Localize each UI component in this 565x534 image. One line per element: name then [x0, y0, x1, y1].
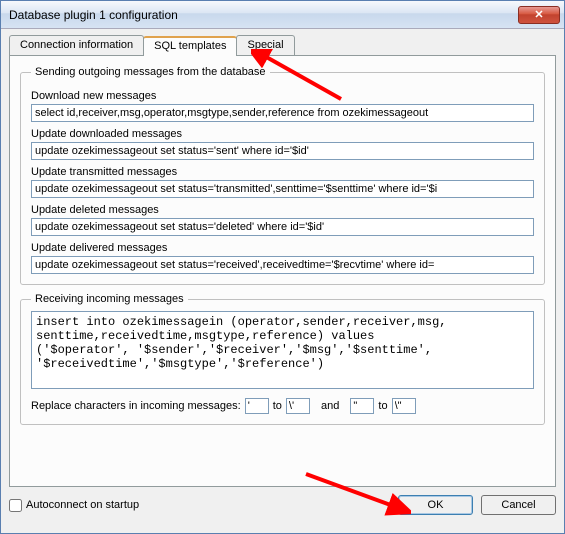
input-update-delivered[interactable] — [31, 256, 534, 274]
label-update-transmitted: Update transmitted messages — [31, 166, 534, 178]
input-replace1-to[interactable] — [286, 398, 310, 414]
titlebar: Database plugin 1 configuration ✕ — [1, 1, 564, 29]
footer-row: Autoconnect on startup OK Cancel — [9, 495, 556, 515]
label-update-downloaded: Update downloaded messages — [31, 128, 534, 140]
label-download-new: Download new messages — [31, 90, 534, 102]
input-update-deleted[interactable] — [31, 218, 534, 236]
label-to-2: to — [378, 400, 387, 412]
close-button[interactable]: ✕ — [518, 6, 560, 24]
legend-outgoing: Sending outgoing messages from the datab… — [31, 66, 270, 78]
input-update-transmitted[interactable] — [31, 180, 534, 198]
input-replace2-to[interactable] — [392, 398, 416, 414]
tab-connection-information[interactable]: Connection information — [9, 35, 144, 55]
tab-panel-sql: Sending outgoing messages from the datab… — [9, 55, 556, 487]
autoconnect-label: Autoconnect on startup — [26, 499, 139, 511]
dialog-window: Database plugin 1 configuration ✕ Connec… — [0, 0, 565, 534]
label-and: and — [321, 400, 339, 412]
tab-special[interactable]: Special — [236, 35, 294, 55]
input-replace1-from[interactable] — [245, 398, 269, 414]
label-update-delivered: Update delivered messages — [31, 242, 534, 254]
autoconnect-checkbox-wrap[interactable]: Autoconnect on startup — [9, 499, 139, 512]
close-icon: ✕ — [534, 8, 543, 21]
tab-strip: Connection information SQL templates Spe… — [9, 35, 556, 55]
fieldset-incoming: Receiving incoming messages Replace char… — [20, 293, 545, 425]
ok-button[interactable]: OK — [398, 495, 473, 515]
label-update-deleted: Update deleted messages — [31, 204, 534, 216]
autoconnect-checkbox[interactable] — [9, 499, 22, 512]
fieldset-outgoing: Sending outgoing messages from the datab… — [20, 66, 545, 285]
input-download-new[interactable] — [31, 104, 534, 122]
label-replace: Replace characters in incoming messages: — [31, 400, 241, 412]
textarea-incoming-sql[interactable] — [31, 311, 534, 389]
input-replace2-from[interactable] — [350, 398, 374, 414]
cancel-button[interactable]: Cancel — [481, 495, 556, 515]
tab-sql-templates[interactable]: SQL templates — [143, 36, 237, 56]
label-to-1: to — [273, 400, 282, 412]
input-update-downloaded[interactable] — [31, 142, 534, 160]
window-title: Database plugin 1 configuration — [9, 8, 518, 22]
client-area: Connection information SQL templates Spe… — [1, 29, 564, 533]
legend-incoming: Receiving incoming messages — [31, 293, 188, 305]
button-group: OK Cancel — [398, 495, 556, 515]
replace-row: Replace characters in incoming messages:… — [31, 398, 534, 414]
